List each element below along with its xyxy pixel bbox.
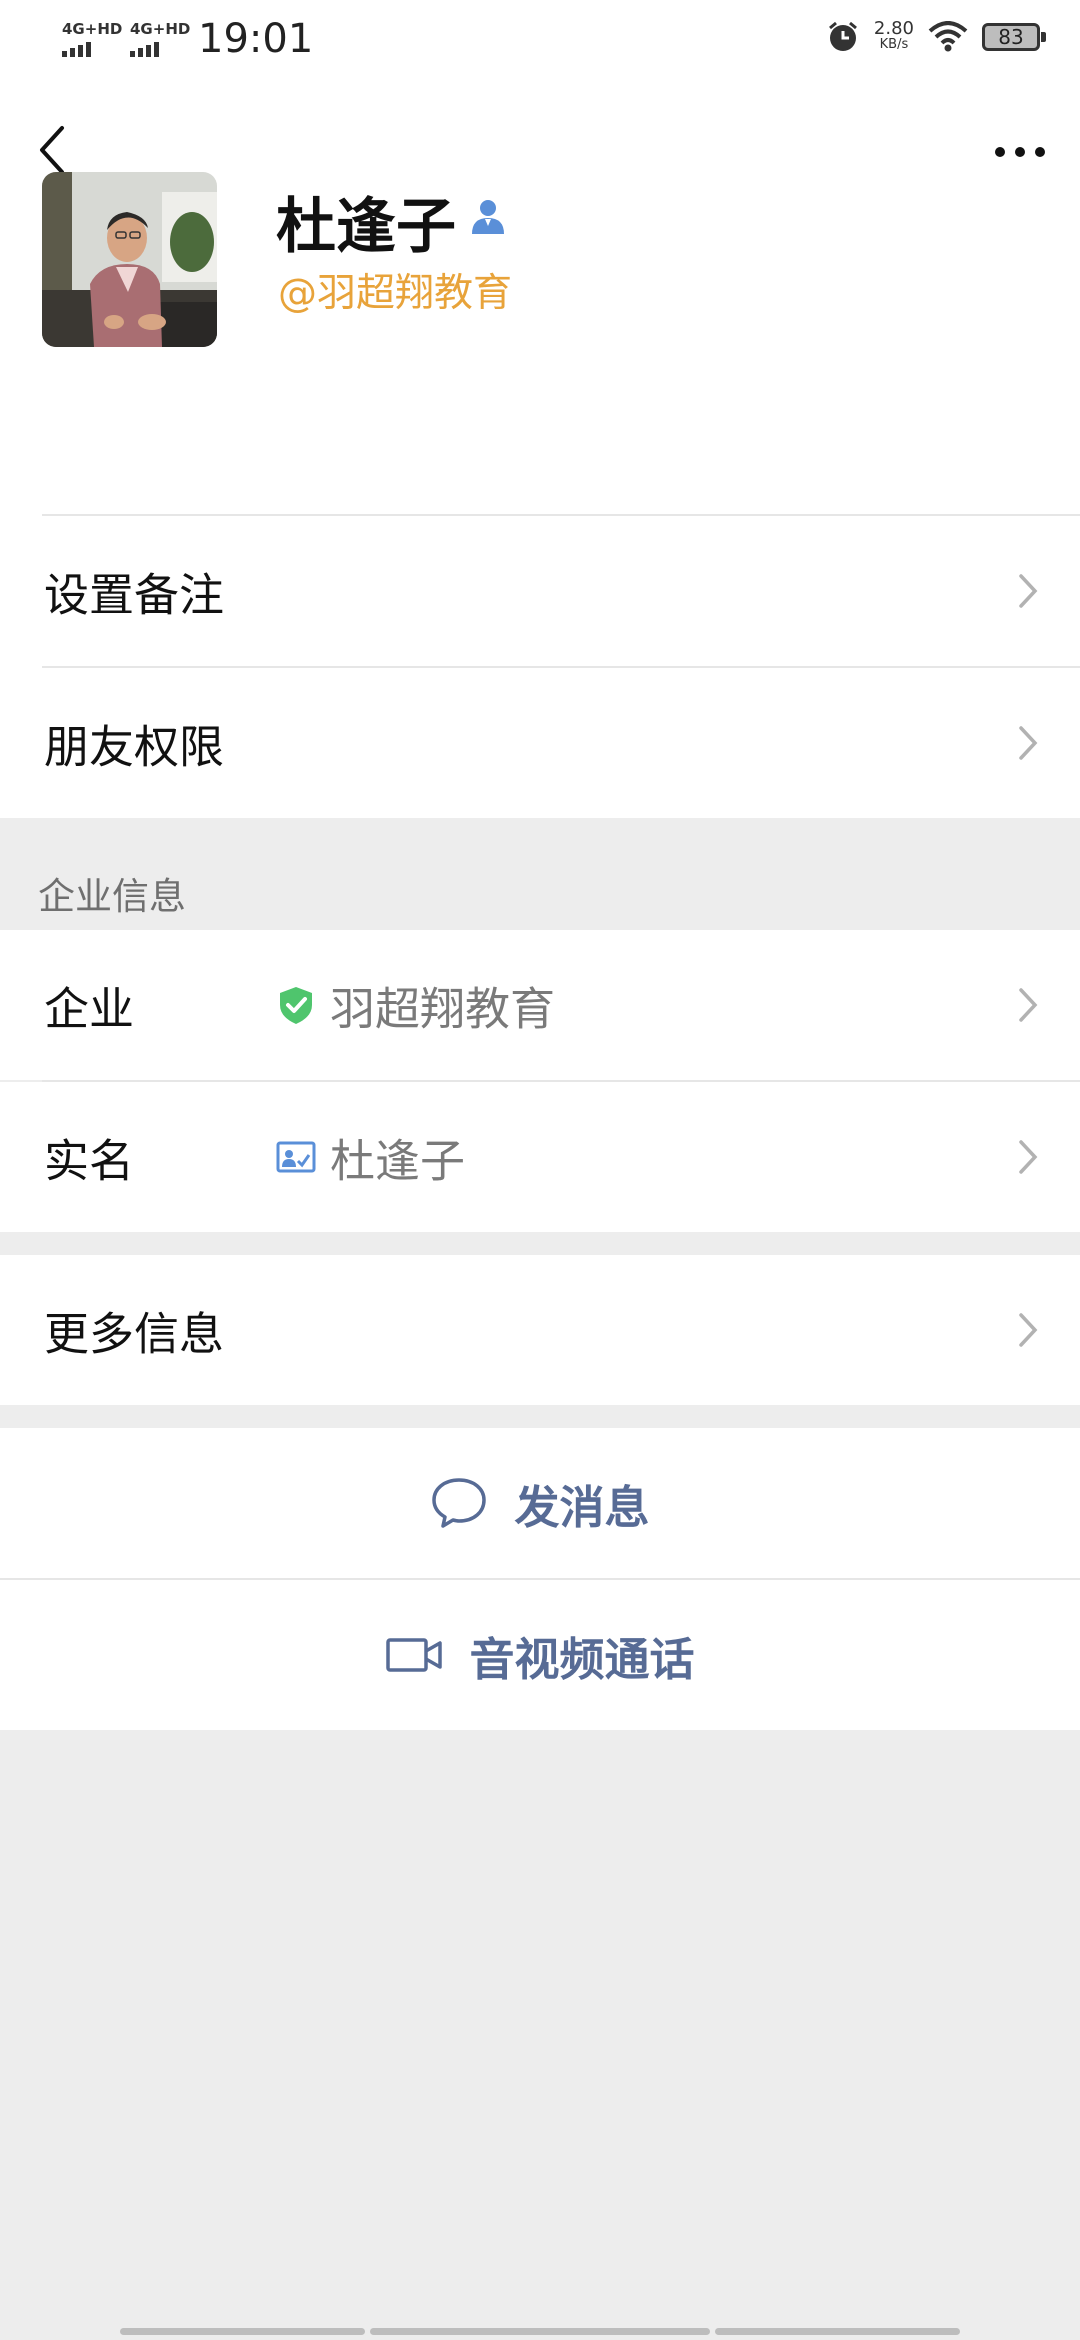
chevron-right-icon bbox=[1019, 988, 1038, 1022]
id-card-icon bbox=[276, 1141, 316, 1173]
wifi-icon bbox=[928, 21, 968, 52]
send-message-label: 发消息 bbox=[514, 1480, 650, 1534]
chevron-right-icon bbox=[1019, 1313, 1038, 1347]
set-remark-row[interactable]: 设置备注 bbox=[0, 516, 1080, 666]
avatar[interactable] bbox=[42, 172, 217, 347]
divider bbox=[42, 1080, 1080, 1082]
enterprise-label: 企业 bbox=[44, 982, 135, 1036]
person-icon bbox=[472, 200, 504, 234]
friend-permissions-row[interactable]: 朋友权限 bbox=[0, 668, 1080, 818]
network-indicator-1: 4G+HD bbox=[62, 20, 122, 57]
real-name-value: 杜逢子 bbox=[330, 1134, 466, 1188]
friend-permissions-label: 朋友权限 bbox=[44, 720, 225, 774]
alarm-icon bbox=[828, 21, 857, 51]
chat-bubble-icon bbox=[432, 1478, 487, 1528]
more-options-icon[interactable] bbox=[990, 132, 1050, 172]
speed-value: 2.80 bbox=[873, 18, 914, 39]
network-indicator-2: 4G+HD bbox=[130, 20, 190, 57]
enterprise-value: 羽超翔教育 bbox=[330, 982, 556, 1036]
clock: 19:01 bbox=[198, 16, 314, 62]
real-name-label: 实名 bbox=[44, 1134, 135, 1188]
network-label-2: 4G+HD bbox=[130, 20, 191, 38]
company-tag: @羽超翔教育 bbox=[278, 271, 513, 316]
signal-icon bbox=[130, 42, 190, 57]
video-camera-icon bbox=[386, 1638, 443, 1672]
network-speed: 2.80 KB/s bbox=[873, 18, 914, 53]
more-info-label: 更多信息 bbox=[44, 1307, 225, 1361]
video-call-label: 音视频通话 bbox=[469, 1632, 695, 1686]
speed-unit: KB/s bbox=[879, 37, 909, 52]
chevron-right-icon bbox=[1019, 726, 1038, 760]
chevron-right-icon bbox=[1019, 1140, 1038, 1174]
set-remark-label: 设置备注 bbox=[44, 568, 225, 622]
battery-level: 83 bbox=[998, 25, 1024, 49]
divider bbox=[0, 1578, 1080, 1580]
status-bar: 4G+HD 4G+HD 19:01 2.80 KB/s 83 bbox=[0, 0, 1080, 84]
contact-profile-screen: 4G+HD 4G+HD 19:01 2.80 KB/s 83 杜逢子 @羽超翔教… bbox=[0, 0, 1080, 2340]
video-call-button[interactable]: 音视频通话 bbox=[0, 1580, 1080, 1730]
network-label-1: 4G+HD bbox=[62, 20, 123, 38]
verified-shield-icon bbox=[280, 987, 312, 1024]
divider bbox=[42, 666, 1080, 668]
send-message-button[interactable]: 发消息 bbox=[0, 1428, 1080, 1578]
contact-name: 杜逢子 bbox=[276, 192, 456, 262]
back-arrow-icon[interactable] bbox=[30, 120, 74, 180]
signal-icon bbox=[62, 42, 122, 57]
enterprise-info-section-title: 企业信息 bbox=[38, 875, 186, 918]
more-info-row[interactable]: 更多信息 bbox=[0, 1255, 1080, 1405]
enterprise-row[interactable]: 企业 羽超翔教育 bbox=[0, 930, 1080, 1080]
chevron-right-icon bbox=[1019, 574, 1038, 608]
battery-icon: 83 bbox=[982, 23, 1046, 51]
real-name-row[interactable]: 实名 杜逢子 bbox=[0, 1082, 1080, 1232]
navigation-gesture-bar bbox=[0, 2328, 1080, 2336]
status-right: 2.80 KB/s 83 bbox=[826, 18, 1046, 54]
